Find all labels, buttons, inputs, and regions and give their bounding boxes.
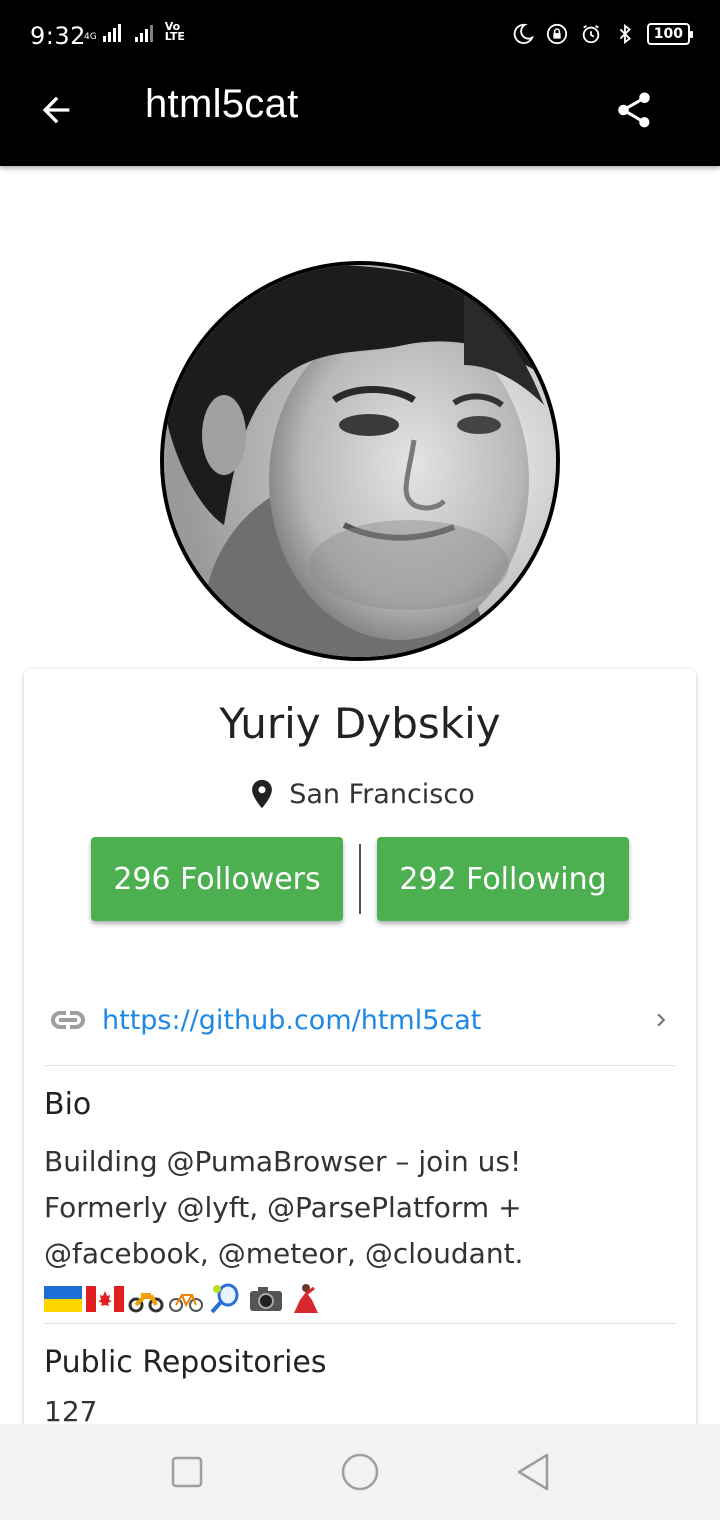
- link-icon: [46, 1005, 90, 1035]
- bio-line: Building @PumaBrowser – join us!: [44, 1145, 522, 1178]
- battery-indicator: 100: [646, 23, 694, 45]
- home-button[interactable]: [335, 1447, 385, 1497]
- divider: [44, 1065, 676, 1066]
- status-bar: 9:32 4G Vo LTE 100: [0, 0, 720, 74]
- bicycle-icon: [169, 1294, 203, 1312]
- profile-card: Yuriy Dybskiy San Francisco 296 Follower…: [24, 669, 696, 1429]
- repos-title: Public Repositories: [44, 1345, 327, 1380]
- camera-icon: [250, 1287, 282, 1311]
- volte-icon: Vo LTE: [164, 20, 185, 43]
- share-icon: [618, 92, 650, 128]
- signal-strength-2-icon: [134, 22, 153, 42]
- alarm-icon: [579, 22, 603, 46]
- github-link[interactable]: https://github.com/html5cat: [102, 1005, 646, 1036]
- flag-ukraine-icon: [44, 1286, 82, 1312]
- arrow-back-icon: [42, 96, 70, 124]
- location: San Francisco: [24, 775, 696, 813]
- location-text: San Francisco: [289, 778, 475, 810]
- avatar: [160, 261, 560, 661]
- back-button[interactable]: [34, 88, 78, 132]
- status-time: 9:32: [30, 22, 86, 50]
- chevron-right-icon: [646, 1005, 676, 1035]
- rotation-lock-icon: [545, 22, 569, 46]
- square-icon: [171, 1456, 202, 1488]
- triangle-back-icon: [518, 1453, 549, 1491]
- followers-button[interactable]: 296 Followers: [91, 837, 343, 921]
- recents-button[interactable]: [162, 1447, 212, 1497]
- user-name: Yuriy Dybskiy: [219, 699, 501, 748]
- location-pin-icon: [252, 779, 273, 809]
- flag-canada-icon: [86, 1286, 124, 1312]
- github-link-row[interactable]: https://github.com/html5cat: [44, 987, 676, 1053]
- network-type: 4G: [84, 32, 97, 42]
- bio-line: Formerly @lyft, @ParsePlatform +: [44, 1191, 522, 1224]
- avatar-photo: [164, 265, 556, 657]
- app-bar: html5cat: [0, 74, 720, 166]
- app-bar-title: html5cat: [145, 82, 299, 126]
- divider: [44, 1323, 676, 1324]
- bio-title: Bio: [44, 1087, 92, 1122]
- signal-indicators: 4G Vo LTE: [84, 20, 185, 43]
- status-right-icons: 100: [511, 22, 694, 46]
- back-nav-button[interactable]: [508, 1447, 558, 1497]
- system-nav-bar: [0, 1424, 720, 1520]
- bio-line: @facebook, @meteor, @cloudant.: [44, 1237, 524, 1270]
- moon-icon: [511, 22, 535, 46]
- bio-emojis: [44, 1279, 674, 1319]
- signal-strength-icon: [102, 22, 121, 42]
- stats-row: 296 Followers 292 Following: [24, 837, 696, 921]
- bluetooth-icon: [613, 22, 637, 46]
- stats-divider: [359, 844, 361, 914]
- bio-text: Building @PumaBrowser – join us! Formerl…: [44, 1139, 674, 1319]
- tennis-icon: [210, 1283, 239, 1314]
- following-button[interactable]: 292 Following: [377, 837, 629, 921]
- motorcycle-icon: [128, 1293, 164, 1313]
- circle-icon: [341, 1453, 379, 1491]
- share-button[interactable]: [610, 86, 658, 134]
- dancer-icon: [294, 1284, 318, 1313]
